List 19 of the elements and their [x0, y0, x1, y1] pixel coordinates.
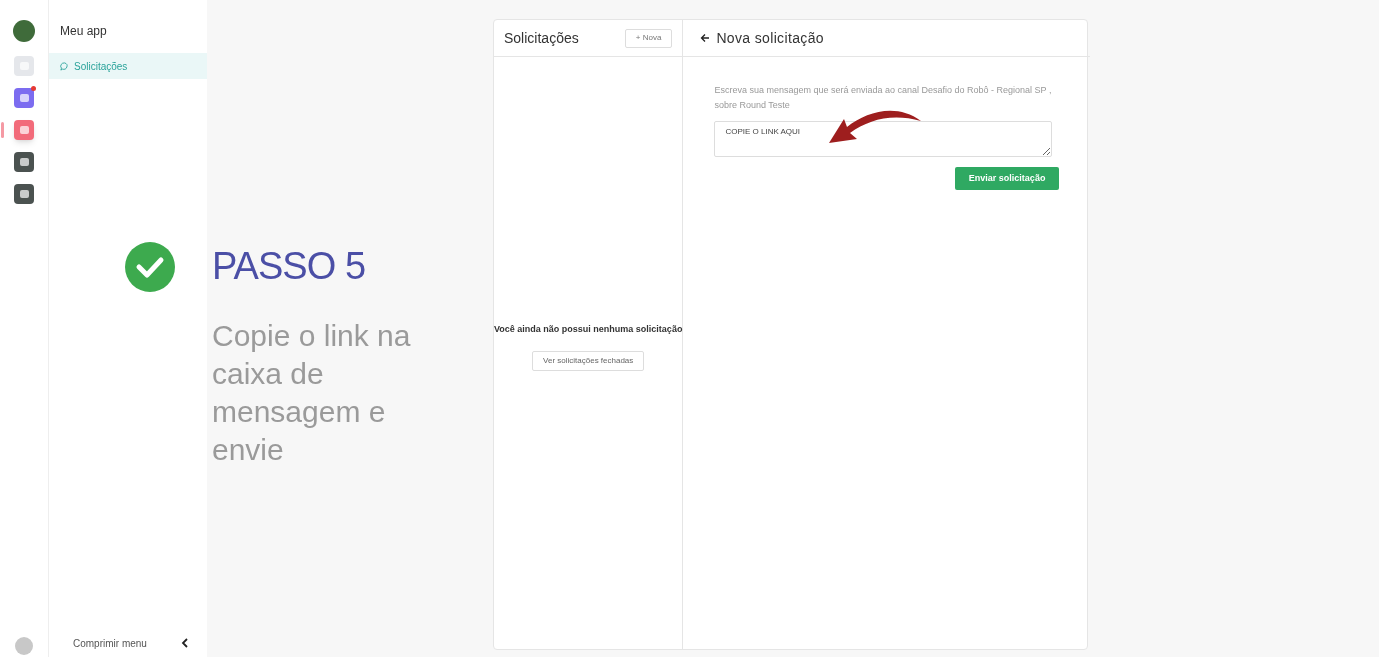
- check-circle-icon: [125, 241, 175, 292]
- closed-requests-button[interactable]: Ver solicitações fechadas: [532, 350, 645, 371]
- message-field[interactable]: COPIE O LINK AQUI: [714, 121, 1053, 157]
- new-button[interactable]: + Nova: [624, 28, 673, 48]
- app-icon[interactable]: [14, 88, 34, 108]
- form-title: Nova solicitação: [716, 28, 824, 48]
- panel-title: Solicitações: [504, 28, 579, 48]
- step-title: PASSO 5: [212, 244, 366, 289]
- sidebar-title: Meu app: [59, 23, 108, 40]
- chat-bubble-icon: [60, 61, 69, 71]
- step-description: Copie o link na caixa de mensagem e envie: [212, 318, 412, 468]
- app-icon[interactable]: [14, 152, 34, 172]
- chevron-left-icon[interactable]: [181, 638, 189, 648]
- app-logo-icon: [13, 20, 35, 42]
- back-arrow-icon[interactable]: [700, 33, 711, 43]
- empty-state-text: Você ainda não possui nenhuma solicitação: [494, 323, 683, 337]
- app-icon[interactable]: [14, 184, 34, 204]
- form-description: Escreva sua mensagem que será enviada ao canal Desafio do Robô - Regional SP , sobre Round Teste: [714, 84, 1053, 112]
- collapse-menu-link[interactable]: Comprimir menu: [73, 635, 147, 651]
